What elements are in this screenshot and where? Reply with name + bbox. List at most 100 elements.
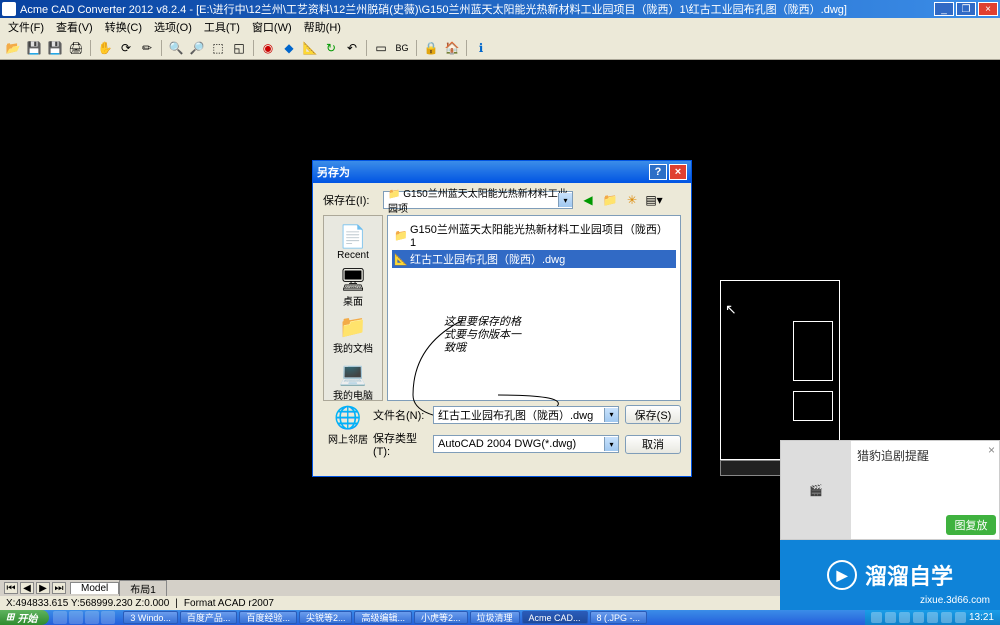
windows-logo-icon: ⊞ <box>6 612 14 623</box>
chevron-down-icon[interactable]: ▾ <box>604 437 618 451</box>
app-icon <box>2 2 16 16</box>
tray-icon[interactable] <box>899 612 910 623</box>
tab-layout1[interactable]: 布局1 <box>119 580 167 596</box>
watermark: ▶ 溜溜自学 zixue.3d66.com <box>780 540 1000 610</box>
app-titlebar: Acme CAD Converter 2012 v8.2.4 - [E:\进行中… <box>0 0 1000 18</box>
file-list[interactable]: 📁 G150兰州蓝天太阳能光热新材料工业园项目（陇西）1 📐 红古工业园布孔图（… <box>387 215 681 401</box>
folder-icon: 📁 <box>394 229 408 241</box>
tab-last-icon[interactable]: ⏭ <box>52 582 66 594</box>
mydocs-icon: 📁 <box>338 314 368 340</box>
measure-icon[interactable]: 📐 <box>301 39 319 57</box>
maximize-button[interactable]: ❐ <box>956 2 976 16</box>
task-buttons: 3 Windo... 百度产品... 百度经验... 尖锐等2... 高级编辑.… <box>119 611 865 624</box>
info-icon[interactable]: ℹ <box>472 39 490 57</box>
menu-view[interactable]: 查看(V) <box>52 19 97 35</box>
home-icon[interactable]: 🏠 <box>443 39 461 57</box>
pan-icon[interactable]: ✋ <box>96 39 114 57</box>
redraw-icon[interactable]: ✏ <box>138 39 156 57</box>
tab-first-icon[interactable]: ⏮ <box>4 582 18 594</box>
bg-toggle[interactable]: BG <box>393 39 411 57</box>
minimize-button[interactable]: _ <box>934 2 954 16</box>
tray-icon[interactable] <box>941 612 952 623</box>
zoom-extents-icon[interactable]: ◱ <box>230 39 248 57</box>
reload-icon[interactable]: ↻ <box>322 39 340 57</box>
task-item[interactable]: 尖锐等2... <box>299 611 353 624</box>
file-item-selected[interactable]: 📐 红古工业园布孔图（陇西）.dwg <box>392 250 676 268</box>
folder-item[interactable]: 📁 G150兰州蓝天太阳能光热新材料工业园项目（陇西）1 <box>392 220 676 250</box>
chevron-down-icon[interactable]: ▾ <box>558 193 572 207</box>
menu-file[interactable]: 文件(F) <box>4 19 48 35</box>
place-recent[interactable]: 📄 Recent <box>337 222 369 263</box>
task-item[interactable]: 百度产品... <box>180 611 238 624</box>
save-button[interactable]: 保存(S) <box>625 405 681 424</box>
menu-help[interactable]: 帮助(H) <box>300 19 345 35</box>
play-icon: ▶ <box>827 560 857 590</box>
menu-tools[interactable]: 工具(T) <box>200 19 244 35</box>
ql-icon[interactable] <box>101 611 115 624</box>
ql-icon[interactable] <box>53 611 67 624</box>
places-bar: 📄 Recent 🖥 桌面 📁 我的文档 💻 我的电脑 <box>323 215 383 401</box>
quick-launch <box>49 611 119 624</box>
tab-next-icon[interactable]: ▶ <box>36 582 50 594</box>
dwg-file-icon: 📐 <box>394 253 408 265</box>
print-icon[interactable]: 🖨 <box>67 39 85 57</box>
task-item[interactable]: 3 Windo... <box>123 611 178 624</box>
zoom-in-icon[interactable]: 🔍 <box>167 39 185 57</box>
save-in-select[interactable]: 📁 G150兰州蓝天太阳能光热新材料工业园项 ▾ <box>383 191 573 209</box>
dialog-close-button[interactable]: × <box>669 164 687 180</box>
regen-icon[interactable]: ⟳ <box>117 39 135 57</box>
task-item[interactable]: 小虎等2... <box>414 611 468 624</box>
task-item[interactable]: 垃圾清理 <box>470 611 520 624</box>
tab-prev-icon[interactable]: ◀ <box>20 582 34 594</box>
task-item[interactable]: 8 (.JPG -... <box>590 611 648 624</box>
system-tray: 13:21 <box>865 610 1000 625</box>
task-item[interactable]: 高级编辑... <box>354 611 412 624</box>
tray-icon[interactable] <box>871 612 882 623</box>
undo-icon[interactable]: ↶ <box>343 39 361 57</box>
task-item[interactable]: 百度经验... <box>239 611 297 624</box>
tray-icon[interactable] <box>955 612 966 623</box>
dialog-help-button[interactable]: ? <box>649 164 667 180</box>
zoom-window-icon[interactable]: ⬚ <box>209 39 227 57</box>
start-button[interactable]: ⊞ 开始 <box>0 610 49 625</box>
dialog-titlebar[interactable]: 另存为 ? × <box>313 161 691 183</box>
tray-icon[interactable] <box>913 612 924 623</box>
tab-model[interactable]: Model <box>70 582 119 594</box>
layers-icon[interactable]: ◉ <box>259 39 277 57</box>
back-icon[interactable]: ◀ <box>579 191 597 209</box>
menubar: 文件(F) 查看(V) 转换(C) 选项(O) 工具(T) 窗口(W) 帮助(H… <box>0 18 1000 36</box>
ql-icon[interactable] <box>85 611 99 624</box>
task-item-active[interactable]: Acme CAD... <box>522 611 588 624</box>
tray-icon[interactable] <box>927 612 938 623</box>
menu-options[interactable]: 选项(O) <box>150 19 196 35</box>
clock[interactable]: 13:21 <box>969 612 994 623</box>
place-mycomputer[interactable]: 💻 我的电脑 <box>333 359 373 404</box>
up-folder-icon[interactable]: 📁 <box>601 191 619 209</box>
place-mydocs[interactable]: 📁 我的文档 <box>333 312 373 357</box>
chevron-down-icon[interactable]: ▾ <box>604 408 618 422</box>
save-all-icon[interactable]: 💾 <box>46 39 64 57</box>
filetype-label: 保存类型(T): <box>373 430 427 458</box>
filename-input[interactable]: 红古工业园布孔图（陇西）.dwg ▾ <box>433 406 619 424</box>
select-icon[interactable]: ▭ <box>372 39 390 57</box>
status-coords: X:494833.615 Y:568999.230 Z:0.000 <box>6 598 169 609</box>
save-icon[interactable]: 💾 <box>25 39 43 57</box>
zoom-out-icon[interactable]: 🔎 <box>188 39 206 57</box>
menu-convert[interactable]: 转换(C) <box>101 19 146 35</box>
green-action-button[interactable]: 图复放 <box>946 515 996 535</box>
popup-close-icon[interactable]: × <box>988 443 995 457</box>
filetype-select[interactable]: AutoCAD 2004 DWG(*.dwg) ▾ <box>433 435 619 453</box>
open-icon[interactable]: 📂 <box>4 39 22 57</box>
place-network[interactable]: 🌐 网上邻居 <box>328 405 368 446</box>
menu-window[interactable]: 窗口(W) <box>248 19 296 35</box>
cancel-button[interactable]: 取消 <box>625 435 681 454</box>
network-icon: 🌐 <box>333 405 363 431</box>
new-folder-icon[interactable]: ✳ <box>623 191 641 209</box>
lock-icon[interactable]: 🔒 <box>422 39 440 57</box>
app-close-button[interactable]: × <box>978 2 998 16</box>
tray-icon[interactable] <box>885 612 896 623</box>
color-icon[interactable]: ◆ <box>280 39 298 57</box>
view-menu-icon[interactable]: ▤▾ <box>645 191 663 209</box>
place-desktop[interactable]: 🖥 桌面 <box>338 265 368 310</box>
ql-icon[interactable] <box>69 611 83 624</box>
